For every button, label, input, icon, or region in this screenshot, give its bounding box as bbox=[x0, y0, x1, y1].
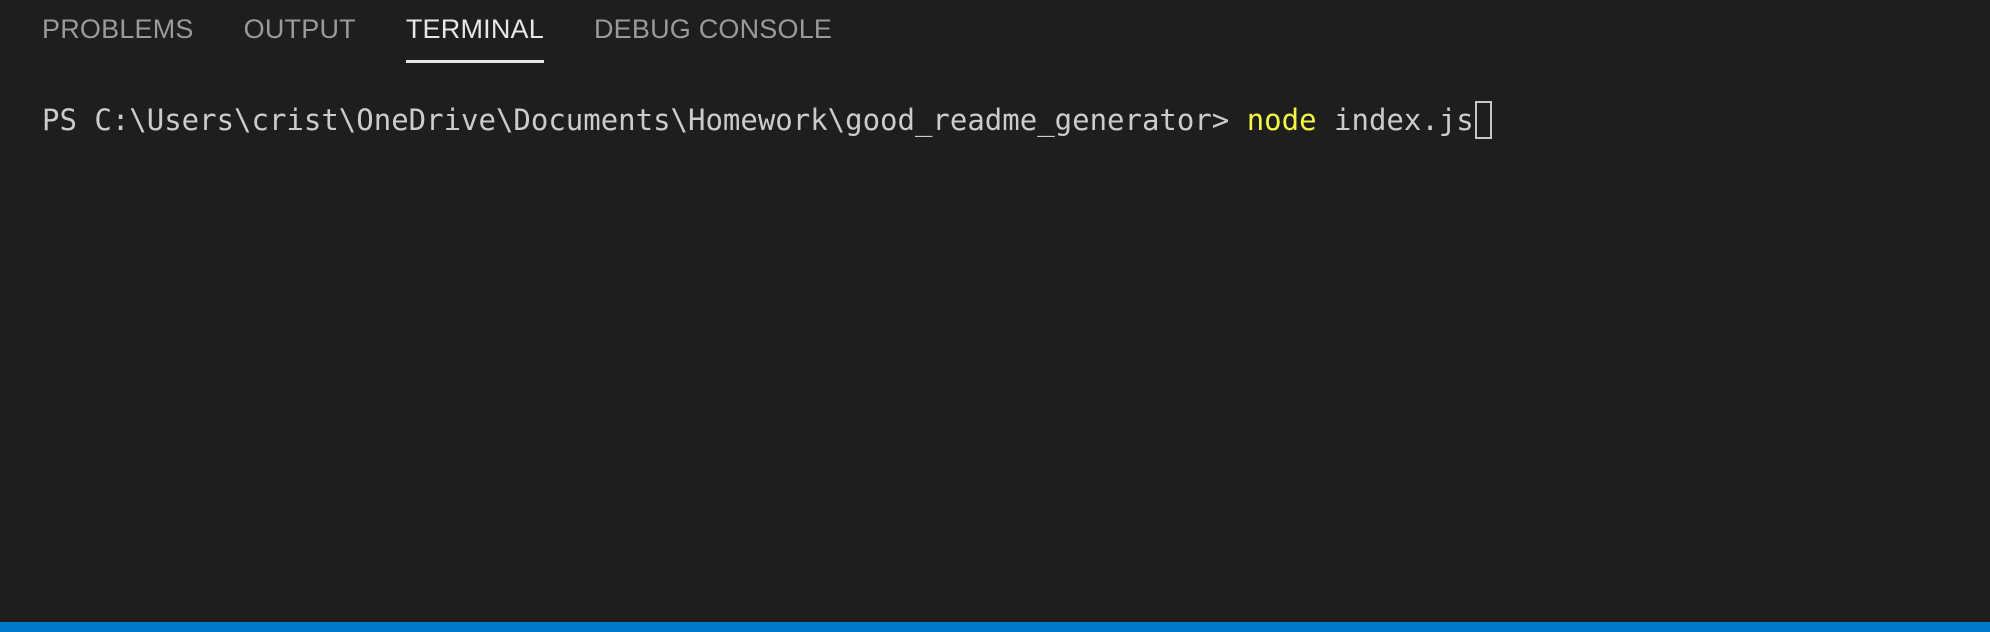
tab-terminal[interactable]: TERMINAL bbox=[405, 0, 545, 64]
terminal-panel: PROBLEMS OUTPUT TERMINAL DEBUG CONSOLE P… bbox=[0, 0, 1990, 632]
tab-debug-console[interactable]: DEBUG CONSOLE bbox=[594, 0, 832, 64]
status-bar bbox=[0, 622, 1990, 632]
tab-output[interactable]: OUTPUT bbox=[244, 0, 356, 64]
terminal-command: node bbox=[1246, 103, 1317, 137]
panel-tabs: PROBLEMS OUTPUT TERMINAL DEBUG CONSOLE bbox=[42, 0, 882, 64]
tab-problems[interactable]: PROBLEMS bbox=[42, 0, 194, 64]
terminal-output[interactable]: PS C:\Users\crist\OneDrive\Documents\Hom… bbox=[42, 100, 1990, 140]
terminal-command-args: index.js bbox=[1316, 103, 1474, 137]
terminal-prompt: PS C:\Users\crist\OneDrive\Documents\Hom… bbox=[42, 103, 1247, 137]
terminal-cursor bbox=[1474, 101, 1492, 139]
